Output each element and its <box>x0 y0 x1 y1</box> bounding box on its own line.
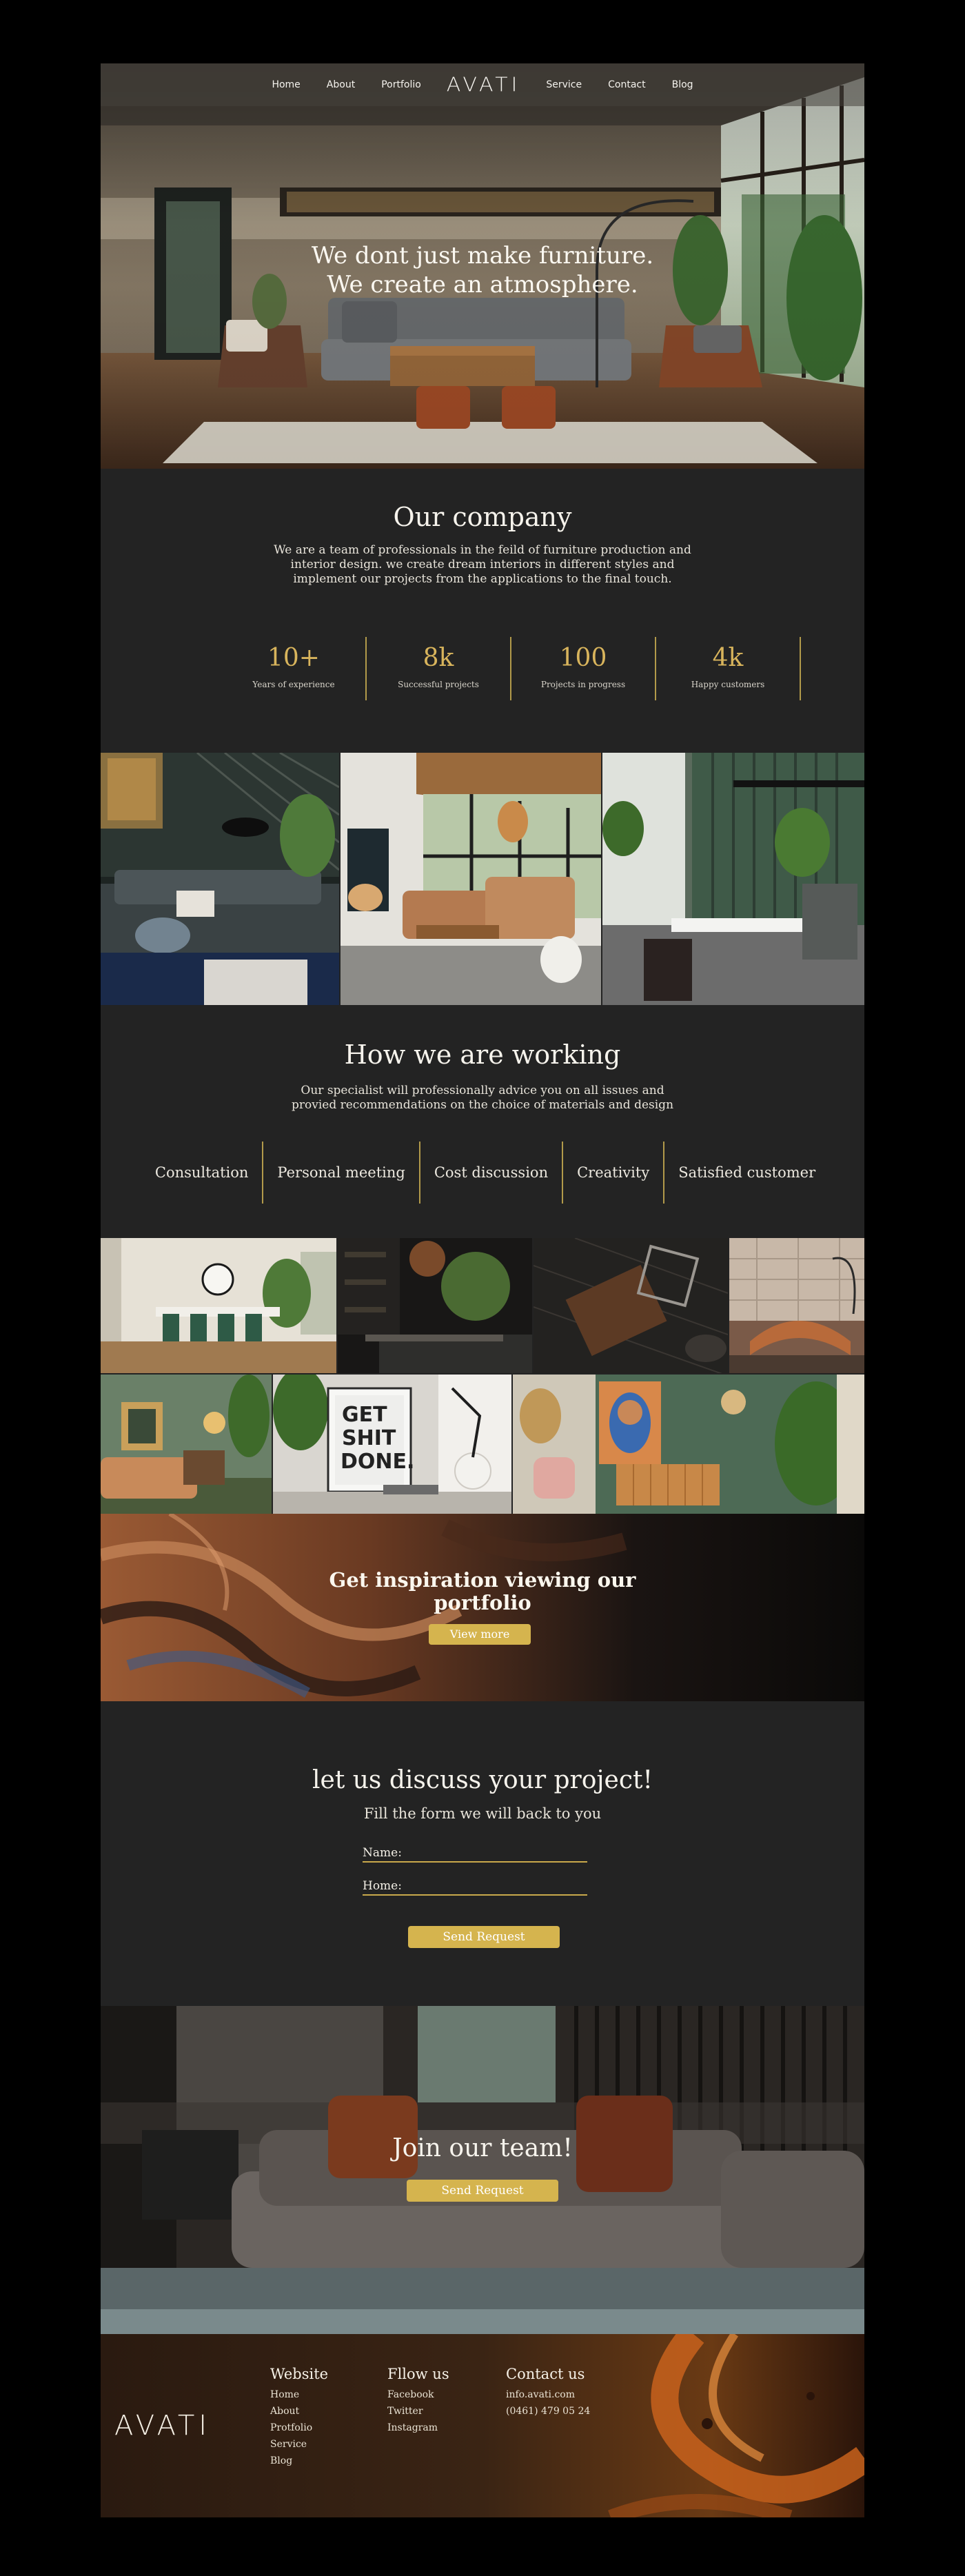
send-request-button[interactable]: Send Request <box>408 1926 560 1948</box>
footer-link-service[interactable]: Service <box>270 2436 328 2453</box>
stat-value: 8k <box>423 644 454 672</box>
process-text-line2: provied recommendations on the choice of… <box>291 1098 674 1112</box>
footer-link-about[interactable]: About <box>270 2403 328 2420</box>
poster-text-line3: DONE. <box>341 1450 414 1474</box>
team-send-request-button[interactable]: Send Request <box>407 2180 558 2202</box>
process-title: How we are working <box>344 1039 621 1070</box>
gallery-image-orange-sofa[interactable] <box>729 1238 864 1373</box>
process-description: Our specialist will professionally advic… <box>101 1084 864 1113</box>
footer-follow-heading: Fllow us <box>387 2366 449 2382</box>
stat-label: Happy customers <box>691 680 765 689</box>
footer-contact-heading: Contact us <box>506 2366 585 2382</box>
footer-link-blog[interactable]: Blog <box>270 2453 328 2469</box>
step-cost-discussion: Cost discussion <box>420 1142 564 1204</box>
hero-section: Home About Portfolio AVATI Service Conta… <box>101 63 864 469</box>
gallery-image-desk-poster[interactable]: GET SHIT DONE. <box>273 1375 511 1514</box>
name-field-label: Name: <box>363 1846 402 1860</box>
interior-gallery-top <box>101 753 864 1005</box>
footer-link-facebook[interactable]: Facebook <box>387 2386 449 2403</box>
portfolio-cta-line2: portfolio <box>434 1591 531 1614</box>
process-text-line1: Our specialist will professionally advic… <box>301 1084 664 1097</box>
gallery-image-dining-room[interactable] <box>101 1238 336 1373</box>
home-field-label: Home: <box>363 1879 402 1893</box>
poster-text-line1: GET <box>342 1403 387 1427</box>
contact-form-section: let us discuss your project! Fill the fo… <box>101 1701 864 2006</box>
poster-text-line2: SHIT <box>342 1426 396 1450</box>
site-footer: AVATI Website Home About Protfolio Servi… <box>101 2334 864 2517</box>
landing-page: Home About Portfolio AVATI Service Conta… <box>101 63 864 2517</box>
footer-website-heading: Website <box>270 2366 329 2382</box>
nav-link-home[interactable]: Home <box>272 79 300 90</box>
team-sofa-background <box>101 2006 864 2334</box>
company-stats: 10+ Years of experience 8k Successful pr… <box>222 637 801 700</box>
process-steps: Consultation Personal meeting Cost discu… <box>141 1142 830 1204</box>
gallery-image-bright-lounge[interactable] <box>341 753 601 1005</box>
gallery-image-green-office[interactable] <box>602 753 864 1005</box>
stat-years: 10+ Years of experience <box>222 637 367 700</box>
join-team-section: Join our team! Send Request <box>101 2006 864 2334</box>
name-field[interactable]: Name: <box>363 1843 587 1863</box>
stat-customers: 4k Happy customers <box>656 637 801 700</box>
portfolio-cta-title: Get inspiration viewing our portfolio <box>301 1569 664 1614</box>
gallery-image-dark-kitchen[interactable] <box>338 1238 532 1373</box>
step-satisfied-customer: Satisfied customer <box>678 1164 816 1181</box>
nav-link-portfolio[interactable]: Portfolio <box>381 79 421 90</box>
stat-projects: 8k Successful projects <box>367 637 511 700</box>
view-more-button[interactable]: View more <box>429 1624 531 1645</box>
step-consultation: Consultation <box>141 1142 264 1204</box>
hero-headline-line2: We create an atmosphere. <box>327 271 638 298</box>
hero-headline: We dont just make furniture. We create a… <box>101 241 864 299</box>
stat-label: Years of experience <box>252 680 335 689</box>
join-team-title: Join our team! <box>392 2134 573 2162</box>
gallery-image-dark-living-room[interactable] <box>101 753 339 1005</box>
home-field[interactable]: Home: <box>363 1876 587 1896</box>
footer-link-instagram[interactable]: Instagram <box>387 2420 449 2436</box>
footer-link-twitter[interactable]: Twitter <box>387 2403 449 2420</box>
footer-email[interactable]: info.avati.com <box>506 2386 590 2403</box>
process-section: How we are working Our specialist will p… <box>101 1005 864 1238</box>
stat-value: 10+ <box>267 644 320 672</box>
footer-link-portfolio[interactable]: Protfolio <box>270 2420 328 2436</box>
footer-website-column: Website Home About Protfolio Service Blo… <box>270 2366 328 2469</box>
stat-label: Projects in progress <box>540 680 626 689</box>
company-text-line1: We are a team of professionals in the fe… <box>274 543 691 557</box>
stat-in-progress: 100 Projects in progress <box>511 637 656 700</box>
step-creativity: Creativity <box>563 1142 665 1204</box>
nav-link-service[interactable]: Service <box>546 79 582 90</box>
footer-copper-background <box>101 2334 864 2517</box>
footer-link-home[interactable]: Home <box>270 2386 328 2403</box>
brand-logo[interactable]: AVATI <box>447 73 521 96</box>
footer-contact-column: Contact us info.avati.com (0461) 479 05 … <box>506 2366 590 2420</box>
nav-link-about[interactable]: About <box>327 79 355 90</box>
footer-phone[interactable]: (0461) 479 05 24 <box>506 2403 590 2420</box>
footer-follow-column: Fllow us Facebook Twitter Instagram <box>387 2366 449 2436</box>
nav-link-contact[interactable]: Contact <box>608 79 645 90</box>
stat-label: Successful projects <box>398 680 479 689</box>
company-text-line3: implement our projects from the applicat… <box>293 572 672 586</box>
company-description: We are a team of professionals in the fe… <box>101 543 864 587</box>
stat-value: 100 <box>559 644 607 672</box>
portfolio-cta-line1: Get inspiration viewing our <box>329 1568 636 1592</box>
top-nav: Home About Portfolio AVATI Service Conta… <box>101 63 864 106</box>
gallery-image-sage-living[interactable] <box>101 1375 272 1514</box>
interior-gallery-bottom: GET SHIT DONE. <box>101 1238 864 1514</box>
company-title: Our company <box>393 502 572 532</box>
form-subtitle: Fill the form we will back to you <box>363 1805 602 1822</box>
company-section: Our company We are a team of professiona… <box>101 469 864 753</box>
gallery-image-colorful-lounge[interactable] <box>513 1375 864 1514</box>
nav-link-blog[interactable]: Blog <box>672 79 693 90</box>
gallery-image-chair-topview[interactable] <box>534 1238 728 1373</box>
step-personal-meeting: Personal meeting <box>263 1142 420 1204</box>
company-text-line2: interior design. we create dream interio… <box>290 558 675 571</box>
stat-value: 4k <box>712 644 744 672</box>
portfolio-cta-section: Get inspiration viewing our portfolio Vi… <box>101 1514 864 1701</box>
form-title: let us discuss your project! <box>312 1766 653 1794</box>
footer-logo[interactable]: AVATI <box>114 2410 211 2442</box>
hero-headline-line1: We dont just make furniture. <box>311 242 654 270</box>
